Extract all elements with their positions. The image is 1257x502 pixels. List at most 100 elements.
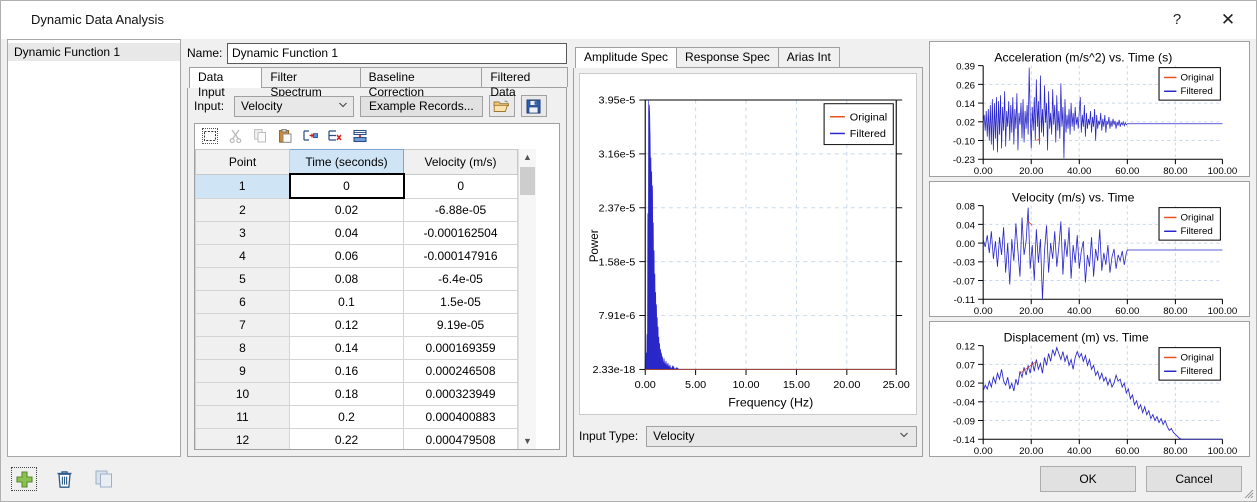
table-row[interactable]: 11 0.2 0.000400883	[196, 406, 518, 429]
save-disk-icon[interactable]	[521, 95, 547, 117]
cell-value[interactable]: 9.19e-05	[404, 314, 518, 337]
resize-grip-icon[interactable]	[1242, 487, 1254, 499]
table-row[interactable]: 12 0.22 0.000479508	[196, 429, 518, 451]
cell-value[interactable]: 0.000246508	[404, 360, 518, 383]
input-type-select[interactable]: Velocity	[234, 96, 354, 117]
cell-time[interactable]: 0.12	[290, 314, 404, 337]
table-row[interactable]: 2 0.02 -6.88e-05	[196, 198, 518, 222]
cell-time[interactable]: 0.2	[290, 406, 404, 429]
copy-function-button[interactable]	[91, 467, 117, 491]
col-header-time[interactable]: Time (seconds)	[290, 150, 404, 175]
cell-time[interactable]: 0.1	[290, 291, 404, 314]
add-row-icon[interactable]	[352, 128, 368, 144]
velocity-chart[interactable]: 0.08 0.04 0.00 -0.03 -0.07 -0.11 0.00 20…	[929, 181, 1250, 317]
svg-text:20.00: 20.00	[1019, 306, 1043, 316]
paste-icon[interactable]	[277, 128, 293, 144]
scroll-down-icon[interactable]: ▼	[523, 433, 532, 449]
cell-time[interactable]: 0.02	[290, 198, 404, 222]
svg-text:Filtered: Filtered	[1180, 366, 1212, 377]
grid-vertical-scrollbar[interactable]: ▲ ▼	[518, 149, 536, 449]
table-row[interactable]: 3 0.04 -0.000162504	[196, 222, 518, 245]
table-row[interactable]: 4 0.06 -0.000147916	[196, 245, 518, 268]
cell-time[interactable]: 0.18	[290, 383, 404, 406]
svg-text:-0.11: -0.11	[954, 295, 975, 306]
name-input[interactable]	[227, 43, 567, 64]
tab-amplitude-spec[interactable]: Amplitude Spec	[575, 47, 677, 68]
table-row[interactable]: 5 0.08 -6.4e-05	[196, 268, 518, 291]
tab-filtered-data[interactable]: Filtered Data	[481, 67, 568, 87]
scrollbar-thumb[interactable]	[520, 167, 535, 195]
tab-data-input[interactable]: Data Input	[189, 67, 262, 88]
displacement-chart[interactable]: 0.12 0.07 0.02 -0.04 -0.09 -0.14 0.00 20…	[929, 321, 1250, 457]
svg-text:0.14: 0.14	[956, 99, 976, 110]
cell-value[interactable]: -0.000162504	[404, 222, 518, 245]
cancel-button[interactable]: Cancel	[1146, 466, 1242, 492]
cell-value[interactable]: 0	[404, 174, 518, 198]
cell-point[interactable]: 12	[196, 429, 290, 451]
tab-arias-int[interactable]: Arias Int	[778, 47, 840, 67]
cell-point[interactable]: 6	[196, 291, 290, 314]
select-all-icon[interactable]	[202, 128, 218, 144]
cell-point[interactable]: 3	[196, 222, 290, 245]
cell-point[interactable]: 8	[196, 337, 290, 360]
cell-point[interactable]: 4	[196, 245, 290, 268]
tab-response-spec[interactable]: Response Spec	[676, 47, 779, 67]
cell-point[interactable]: 9	[196, 360, 290, 383]
function-list[interactable]: Dynamic Function 1	[7, 39, 181, 457]
cell-point[interactable]: 7	[196, 314, 290, 337]
tab-filter-spectrum[interactable]: Filter Spectrum	[261, 67, 360, 87]
cell-time[interactable]: 0.04	[290, 222, 404, 245]
function-actions	[11, 467, 117, 491]
table-row[interactable]: 10 0.18 0.000323949	[196, 383, 518, 406]
cell-point[interactable]: 2	[196, 198, 290, 222]
tab-baseline-correction[interactable]: Baseline Correction	[360, 67, 483, 87]
cell-time[interactable]: 0.06	[290, 245, 404, 268]
delete-row-icon[interactable]	[327, 128, 343, 144]
cell-value[interactable]: 0.000479508	[404, 429, 518, 451]
table-row[interactable]: 8 0.14 0.000169359	[196, 337, 518, 360]
amplitude-spectrum-chart[interactable]: 3.95e-5 3.16e-5 2.37e-5 1.58e-5 7.91e-6 …	[579, 73, 917, 415]
col-header-value[interactable]: Velocity (m/s)	[404, 150, 518, 175]
cell-value[interactable]: -6.4e-05	[404, 268, 518, 291]
cell-time[interactable]: 0.22	[290, 429, 404, 451]
cell-point[interactable]: 11	[196, 406, 290, 429]
svg-text:0.02: 0.02	[956, 118, 975, 129]
col-header-point[interactable]: Point	[196, 150, 290, 175]
cell-point[interactable]: 1	[196, 174, 290, 198]
cell-value[interactable]: 1.5e-05	[404, 291, 518, 314]
cell-time[interactable]: 0	[290, 174, 404, 198]
svg-text:-0.10: -0.10	[953, 137, 975, 148]
svg-text:60.00: 60.00	[1115, 166, 1139, 176]
cell-value[interactable]: -0.000147916	[404, 245, 518, 268]
data-grid: Point Time (seconds) Velocity (m/s) 1 0 …	[194, 123, 560, 450]
list-item[interactable]: Dynamic Function 1	[8, 43, 180, 61]
copy-icon[interactable]	[252, 128, 268, 144]
close-button[interactable]: ✕	[1200, 1, 1256, 38]
cell-value[interactable]: 0.000169359	[404, 337, 518, 360]
cell-value[interactable]: -6.88e-05	[404, 198, 518, 222]
table-row[interactable]: 6 0.1 1.5e-05	[196, 291, 518, 314]
add-function-button[interactable]	[11, 467, 37, 491]
ok-button[interactable]: OK	[1040, 466, 1136, 492]
cell-point[interactable]: 5	[196, 268, 290, 291]
delete-function-button[interactable]	[51, 467, 77, 491]
cell-time[interactable]: 0.14	[290, 337, 404, 360]
table-row[interactable]: 9 0.16 0.000246508	[196, 360, 518, 383]
cell-value[interactable]: 0.000323949	[404, 383, 518, 406]
help-button[interactable]: ?	[1154, 1, 1200, 38]
cell-time[interactable]: 0.16	[290, 360, 404, 383]
svg-text:100.00: 100.00	[1208, 166, 1238, 176]
cell-value[interactable]: 0.000400883	[404, 406, 518, 429]
cut-icon[interactable]	[227, 128, 243, 144]
acceleration-chart[interactable]: 0.39 0.26 0.14 0.02 -0.10 -0.23 0.00 20.…	[929, 41, 1250, 177]
svg-text:100.00: 100.00	[1208, 306, 1238, 316]
data-input-column: Name: Data Input Filter Spectrum Baselin…	[187, 39, 567, 457]
input-type-dropdown[interactable]: Velocity	[646, 426, 917, 447]
cell-time[interactable]: 0.08	[290, 268, 404, 291]
table-row[interactable]: 7 0.12 9.19e-05	[196, 314, 518, 337]
insert-row-icon[interactable]	[302, 128, 318, 144]
data-tabs: Data Input Filter Spectrum Baseline Corr…	[189, 67, 567, 88]
table-row[interactable]: 1 0 0	[196, 174, 518, 198]
cell-point[interactable]: 10	[196, 383, 290, 406]
scroll-up-icon[interactable]: ▲	[523, 149, 532, 165]
